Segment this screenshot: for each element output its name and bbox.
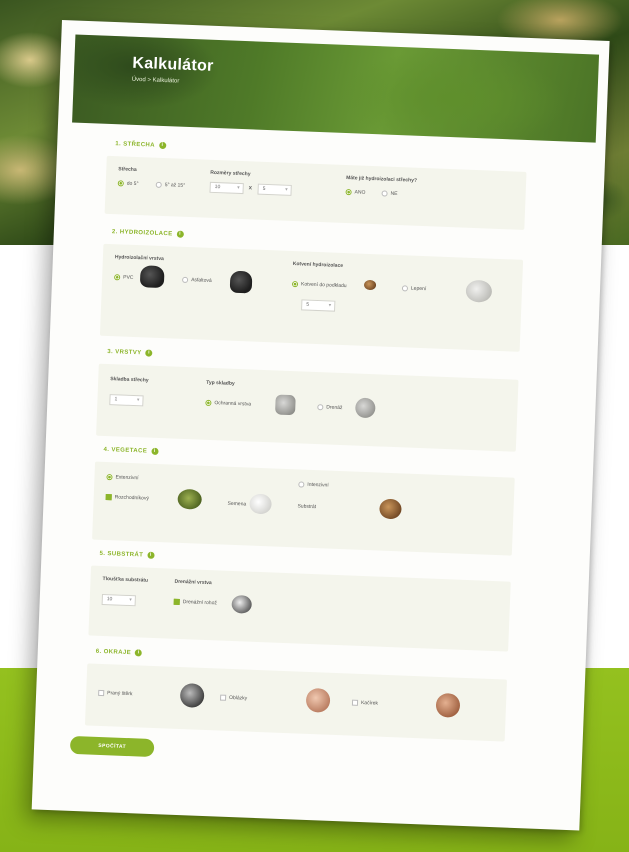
drain-mat-swatch-icon xyxy=(231,594,253,614)
drain-label: Drenážní vrstva xyxy=(174,578,212,587)
section-title-substrate: 5. SUBSTRÁT i xyxy=(99,550,155,559)
layers-panel: Skladba střechy 1 ▾ Typ skladby Ochranná… xyxy=(96,363,519,452)
hydro-type-pvc[interactable]: PVC xyxy=(114,274,134,281)
info-icon[interactable]: i xyxy=(151,447,159,456)
radio-icon[interactable] xyxy=(345,189,352,196)
vegetation-mix[interactable]: Rozchodníkový xyxy=(105,494,149,502)
membrane-swatch-icon xyxy=(229,270,253,294)
hydro-type-label: Hydroizolační vrstva xyxy=(114,254,164,263)
section-title-edges: 6. OKRAJE i xyxy=(96,648,143,657)
layer-type-protect[interactable]: Ochranná vrstva xyxy=(205,399,251,408)
section-title-layers: 3. VRSTVY i xyxy=(107,348,153,357)
section-title-hydro: 2. HYDROIZOLACE i xyxy=(112,228,184,238)
shingle-swatch-icon xyxy=(435,692,461,718)
info-icon[interactable]: i xyxy=(145,349,153,357)
roof-panel: Střecha do 5° 5° až 15° Rozměry střechy … xyxy=(104,155,527,230)
size-a-select[interactable]: 10 ▾ xyxy=(209,181,244,195)
pebbles-swatch-icon xyxy=(305,687,331,713)
edge-option-3[interactable]: Kačírek xyxy=(351,699,378,707)
hydro-panel: Hydroizolační vrstva PVC Asfaltová Kotve… xyxy=(99,243,524,352)
seeds-swatch-icon xyxy=(249,493,272,515)
checkbox-icon[interactable] xyxy=(105,494,112,501)
radio-icon[interactable] xyxy=(117,180,124,187)
layer-type-drain[interactable]: Drenáž xyxy=(317,404,343,411)
roof-type-option-1[interactable]: do 5° xyxy=(117,180,139,187)
vegetation-intensive[interactable]: Intenzivní xyxy=(298,481,329,489)
gravel-swatch-icon xyxy=(179,683,205,708)
membrane-swatch-icon xyxy=(139,265,165,289)
vegetation-panel: Extenzivní Rozchodníkový Semena Intenziv… xyxy=(92,461,515,556)
radio-icon[interactable] xyxy=(114,274,121,281)
substrate-panel: Tloušťka substrátu 10 ▾ Drenážní vrstva … xyxy=(88,565,511,652)
checkbox-icon[interactable] xyxy=(351,699,359,706)
chevron-down-icon: ▾ xyxy=(328,302,332,309)
anchor-qty-select[interactable]: 5 ▾ xyxy=(301,299,336,312)
anchor-option-1[interactable]: Kotvení do podkladu xyxy=(291,281,347,289)
hydro-question-yes[interactable]: ANO xyxy=(345,189,366,196)
vegetation-extensive[interactable]: Extenzivní xyxy=(106,474,139,481)
chevron-down-icon: ▾ xyxy=(237,184,240,191)
chevron-down-icon: ▾ xyxy=(129,597,132,604)
info-icon[interactable]: i xyxy=(176,230,184,238)
info-icon[interactable]: i xyxy=(158,141,167,150)
radio-icon[interactable] xyxy=(205,399,212,407)
calculate-button[interactable]: SPOČÍTAT xyxy=(69,735,155,758)
layers-count-label: Skladba střechy xyxy=(110,376,149,384)
radio-icon[interactable] xyxy=(317,404,324,411)
layer-type-label: Typ skladby xyxy=(206,379,235,387)
sedum-swatch-icon xyxy=(177,488,203,510)
edge-option-1[interactable]: Praný štěrk xyxy=(98,689,133,697)
page-title: Kalkulátor xyxy=(132,54,214,75)
roof-type-option-2[interactable]: 5° až 15° xyxy=(155,181,185,189)
glue-swatch-icon xyxy=(465,279,493,303)
hydro-question-label: Máte již hydroizolaci střechy? xyxy=(346,175,418,184)
header-banner: Kalkulátor Úvod > Kalkulátor xyxy=(72,34,600,143)
size-b-select[interactable]: 5 ▾ xyxy=(257,183,292,196)
anchor-swatch-icon xyxy=(363,279,377,291)
protect-layer-swatch-icon xyxy=(275,394,296,416)
radio-icon[interactable] xyxy=(155,181,162,188)
radio-icon[interactable] xyxy=(291,281,299,288)
section-title-vegetation: 4. VEGETACE i xyxy=(103,446,159,456)
chevron-down-icon: ▾ xyxy=(285,186,288,193)
breadcrumb: Úvod > Kalkulátor xyxy=(131,76,180,85)
size-separator: x xyxy=(248,185,253,192)
edge-option-2[interactable]: Oblázky xyxy=(219,694,247,702)
size-label: Rozměry střechy xyxy=(210,169,251,178)
anchor-option-2[interactable]: Lepení xyxy=(401,285,426,292)
hydro-question-no[interactable]: NE xyxy=(381,190,398,197)
radio-icon[interactable] xyxy=(106,474,113,481)
radio-icon[interactable] xyxy=(182,276,189,284)
radio-icon[interactable] xyxy=(298,481,305,488)
drain-layer-swatch-icon xyxy=(354,397,376,419)
checkbox-icon[interactable] xyxy=(98,689,105,697)
anchor-label: Kotvení hydroizolace xyxy=(292,261,344,269)
edges-panel: Praný štěrk Oblázky Kačírek xyxy=(84,663,508,742)
layers-count-select[interactable]: 1 ▾ xyxy=(109,394,144,407)
section-title-roof: 1. STŘECHA i xyxy=(115,140,167,150)
substrate-thickness-select[interactable]: 10 ▾ xyxy=(101,593,136,607)
chevron-down-icon: ▾ xyxy=(136,397,140,404)
roof-type-label: Střecha xyxy=(118,166,137,173)
radio-icon[interactable] xyxy=(401,285,409,292)
calculator-sheet: Kalkulátor Úvod > Kalkulátor 1. STŘECHA … xyxy=(31,20,610,831)
radio-icon[interactable] xyxy=(381,190,388,197)
substrate-thickness-label: Tloušťka substrátu xyxy=(102,575,149,584)
drain-option[interactable]: Drenážní rohož xyxy=(173,598,217,606)
info-icon[interactable]: i xyxy=(147,551,155,559)
hydro-type-asphalt[interactable]: Asfaltová xyxy=(182,276,212,284)
checkbox-icon[interactable] xyxy=(173,598,180,605)
checkbox-icon[interactable] xyxy=(219,694,227,701)
vegetation-seeds-label: Semena xyxy=(227,500,247,508)
substrate-swatch-icon xyxy=(379,498,402,520)
info-icon[interactable]: i xyxy=(134,649,143,657)
vegetation-substrate-label: Substrát xyxy=(297,503,317,511)
